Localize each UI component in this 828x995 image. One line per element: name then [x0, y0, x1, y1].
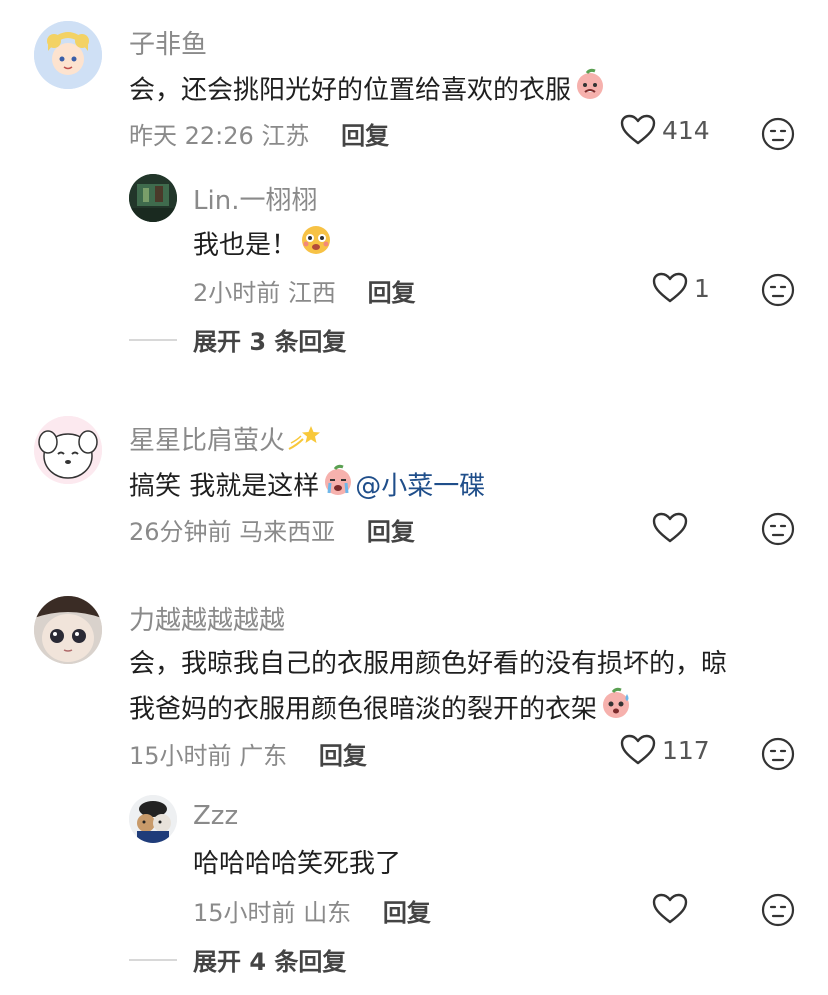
heart-outline-icon: [652, 893, 688, 924]
mention-link[interactable]: @小菜一碟: [355, 472, 485, 502]
avatar[interactable]: [129, 795, 177, 843]
expand-replies-button[interactable]: 展开 3 条回复: [129, 322, 346, 357]
avatar[interactable]: [34, 21, 102, 89]
unamused-face-icon[interactable]: [761, 512, 795, 546]
location: 江西: [287, 279, 336, 307]
username[interactable]: Zzz: [193, 801, 238, 831]
like-count: 117: [662, 735, 710, 765]
like-button[interactable]: [652, 893, 694, 925]
crying-peach-emoji: [321, 463, 355, 511]
reply-button[interactable]: 回复: [341, 122, 389, 150]
like-count: 414: [662, 115, 710, 145]
heart-outline-icon: [620, 114, 656, 145]
timestamp: 15小时前: [129, 742, 232, 770]
like-button[interactable]: 117: [620, 734, 710, 766]
reply-button[interactable]: 回复: [383, 899, 431, 927]
peach-face-emoji: [573, 67, 607, 115]
comment-meta: 26分钟前 马来西亚 回复: [129, 512, 415, 547]
location: 山东: [303, 899, 352, 927]
heart-outline-icon: [652, 512, 688, 543]
username[interactable]: 星星比肩萤火: [129, 420, 321, 460]
unamused-face-icon[interactable]: [761, 117, 795, 151]
comment-text: 会，还会挑阳光好的位置给喜欢的衣服: [129, 67, 607, 115]
comment-meta: 2小时前 江西 回复: [193, 273, 416, 308]
comment-text-line-2: 我爸妈的衣服用颜色很暗淡的裂开的衣架: [129, 686, 633, 734]
drooling-face-emoji: [299, 222, 333, 270]
expand-replies-button[interactable]: 展开 4 条回复: [129, 942, 346, 977]
expand-replies-label: 展开 3 条回复: [193, 328, 347, 356]
like-button[interactable]: 414: [620, 114, 710, 146]
avatar[interactable]: [34, 596, 102, 664]
divider: [129, 958, 177, 961]
heart-outline-icon: [652, 272, 688, 303]
reply-button[interactable]: 回复: [368, 279, 416, 307]
heart-outline-icon: [620, 734, 656, 765]
dizzy-star-emoji: [287, 423, 321, 460]
like-button[interactable]: 1: [652, 272, 710, 304]
avatar[interactable]: [34, 416, 102, 484]
username[interactable]: Lin.一栩栩: [193, 180, 317, 217]
expand-replies-label: 展开 4 条回复: [193, 948, 347, 976]
like-button[interactable]: [652, 512, 694, 544]
unamused-face-icon[interactable]: [761, 737, 795, 771]
comment-text: 搞笑 我就是这样 @小菜一碟: [129, 463, 485, 511]
reply-button[interactable]: 回复: [319, 742, 367, 770]
unamused-face-icon[interactable]: [761, 893, 795, 927]
comment-meta: 昨天 22:26 江苏 回复: [129, 116, 389, 151]
location: 广东: [239, 742, 288, 770]
comment-meta: 15小时前 山东 回复: [193, 893, 431, 928]
reply-text: 哈哈哈哈笑死我了: [193, 849, 402, 879]
reply-button[interactable]: 回复: [367, 518, 415, 546]
comment-meta: 15小时前 广东 回复: [129, 736, 367, 771]
comment-text-line-1: 会，我晾我自己的衣服用颜色好看的没有损坏的，晾: [129, 649, 728, 679]
location: 马来西亚: [239, 518, 336, 546]
timestamp: 26分钟前: [129, 518, 232, 546]
username[interactable]: 力越越越越越: [129, 600, 285, 637]
divider: [129, 338, 177, 341]
timestamp: 2小时前: [193, 279, 281, 307]
avatar[interactable]: [129, 174, 177, 222]
sweating-peach-emoji: [599, 686, 633, 734]
timestamp: 昨天 22:26: [129, 122, 254, 150]
like-count: 1: [694, 273, 710, 303]
unamused-face-icon[interactable]: [761, 273, 795, 307]
location: 江苏: [261, 122, 310, 150]
username[interactable]: 子非鱼: [129, 24, 207, 61]
timestamp: 15小时前: [193, 899, 296, 927]
reply-text: 我也是！: [193, 222, 333, 270]
